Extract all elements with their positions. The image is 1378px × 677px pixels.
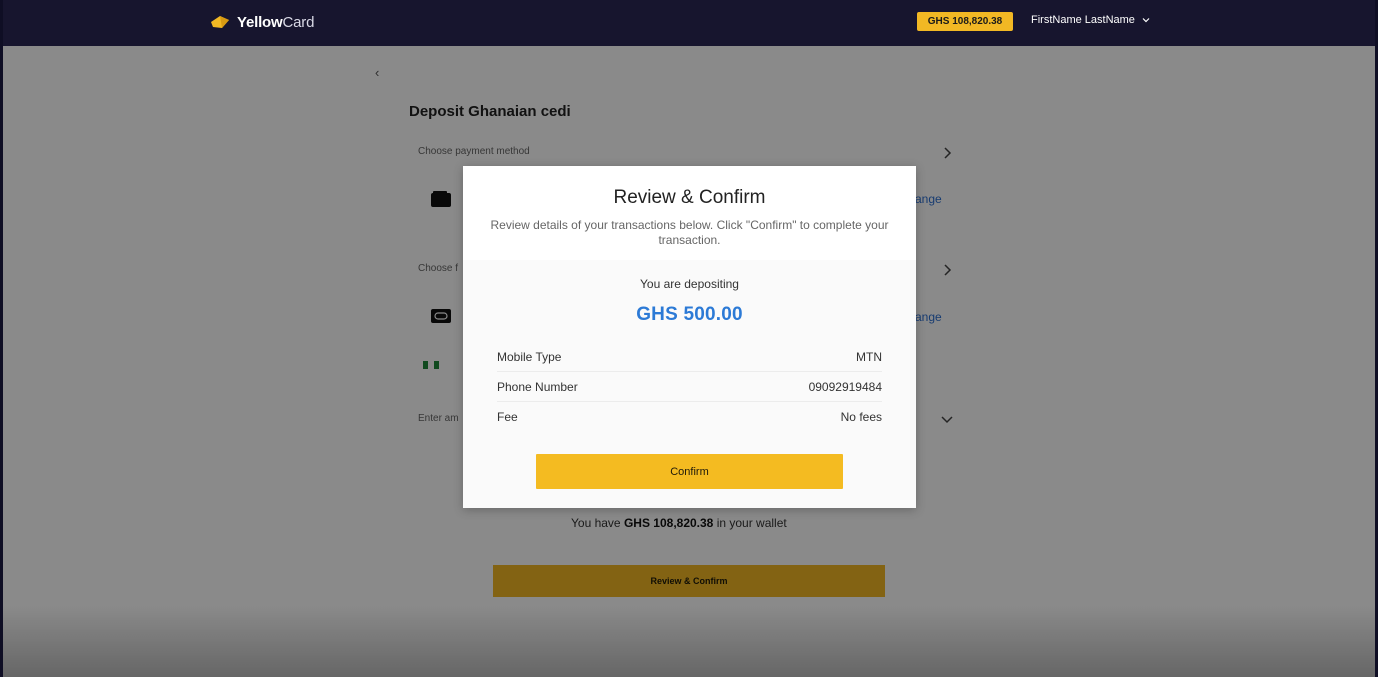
detail-row-mobile-type: Mobile Type MTN [497,342,882,372]
chevron-down-icon [1141,15,1151,25]
modal-title: Review & Confirm [613,187,766,208]
yellowcard-logo-icon [209,14,231,30]
modal-subtitle: Review details of your transactions belo… [490,218,889,247]
detail-label: Phone Number [497,379,578,394]
detail-label: Fee [497,410,518,424]
brand-name-suffix: Card [282,13,315,31]
modal-body: You are depositing GHS 500.00 Mobile Typ… [463,260,916,508]
review-confirm-modal: Review & Confirm Review details of your … [463,166,916,508]
detail-row-phone-number: Phone Number 09092919484 [497,372,882,402]
user-name: FirstName LastName [1031,14,1135,26]
detail-value: No fees [840,410,882,424]
brand-logo[interactable]: YellowCard [209,11,314,33]
brand-name-main: Yellow [237,13,283,31]
depositing-label: You are depositing [640,277,739,291]
detail-value: MTN [856,349,882,364]
top-nav: YellowCard GHS 108,820.38 FirstName Last… [3,0,1375,46]
detail-label: Mobile Type [497,349,562,364]
modal-header: Review & Confirm Review details of your … [463,166,916,260]
detail-row-fee: Fee No fees [497,402,882,432]
app-frame: YellowCard GHS 108,820.38 FirstName Last… [3,0,1375,677]
deposit-amount: GHS 500.00 [636,304,743,325]
header-balance-badge: GHS 108,820.38 [917,12,1013,31]
brand-name: YellowCard [237,14,314,31]
detail-value: 09092919484 [808,379,882,394]
user-menu[interactable]: FirstName LastName [1031,14,1151,26]
confirm-button[interactable]: Confirm [536,454,843,489]
